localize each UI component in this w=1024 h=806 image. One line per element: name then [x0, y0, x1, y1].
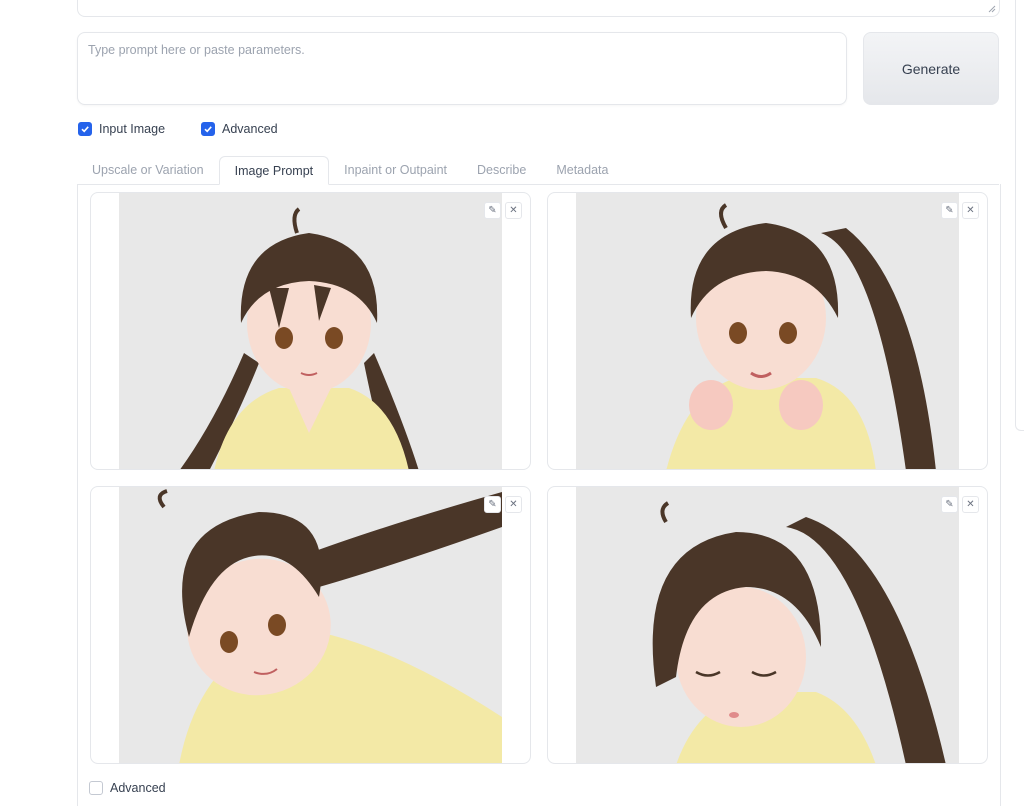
image-prompt-image-3[interactable]: [119, 487, 502, 763]
image-prompt-image-1[interactable]: [119, 193, 502, 469]
input-image-checkbox[interactable]: [78, 122, 92, 136]
advanced-option[interactable]: Advanced: [201, 122, 278, 136]
negative-prompt-area[interactable]: [77, 0, 1000, 17]
image-prompt-image-2[interactable]: [576, 193, 959, 469]
image-prompt-slot-4[interactable]: ✎ ✕: [547, 486, 988, 764]
prompt-input[interactable]: [78, 33, 846, 104]
edit-icon[interactable]: ✎: [941, 496, 958, 513]
input-image-option[interactable]: Input Image: [78, 122, 165, 136]
advanced-checkbox[interactable]: [201, 122, 215, 136]
anime-girl-image: [119, 193, 502, 469]
image-prompt-advanced-checkbox[interactable]: [89, 781, 103, 795]
image-prompt-slot-2[interactable]: ✎ ✕: [547, 192, 988, 470]
side-panel-edge: [1015, 0, 1024, 431]
image-prompt-slot-3[interactable]: ✎ ✕: [90, 486, 531, 764]
image-prompt-panel: ✎ ✕ ✎ ✕ ✎ ✕ ✎ ✕: [77, 184, 1001, 806]
image-prompt-advanced-option[interactable]: Advanced: [89, 781, 166, 795]
advanced-label: Advanced: [222, 122, 278, 136]
input-image-tabs: Upscale or Variation Image Prompt Inpain…: [77, 156, 999, 185]
tab-upscale-or-variation[interactable]: Upscale or Variation: [77, 156, 219, 183]
close-icon[interactable]: ✕: [505, 202, 522, 219]
anime-girl-image: [576, 487, 959, 763]
generate-button[interactable]: Generate: [863, 32, 999, 105]
edit-icon[interactable]: ✎: [484, 496, 501, 513]
prompt-field-container: [77, 32, 847, 105]
tab-metadata[interactable]: Metadata: [541, 156, 623, 183]
checkmark-icon: [204, 126, 212, 133]
checkmark-icon: [81, 126, 89, 133]
anime-girl-image: [119, 487, 502, 763]
resize-handle-icon[interactable]: [988, 5, 996, 13]
edit-icon[interactable]: ✎: [484, 202, 501, 219]
tab-image-prompt[interactable]: Image Prompt: [218, 156, 330, 185]
image-prompt-image-4[interactable]: [576, 487, 959, 763]
tab-describe[interactable]: Describe: [462, 156, 541, 183]
anime-girl-image: [576, 193, 959, 469]
image-prompt-advanced-label: Advanced: [110, 781, 166, 795]
close-icon[interactable]: ✕: [962, 496, 979, 513]
close-icon[interactable]: ✕: [962, 202, 979, 219]
edit-icon[interactable]: ✎: [941, 202, 958, 219]
close-icon[interactable]: ✕: [505, 496, 522, 513]
input-image-label: Input Image: [99, 122, 166, 136]
image-prompt-slot-1[interactable]: ✎ ✕: [90, 192, 531, 470]
tab-inpaint-or-outpaint[interactable]: Inpaint or Outpaint: [329, 156, 462, 183]
